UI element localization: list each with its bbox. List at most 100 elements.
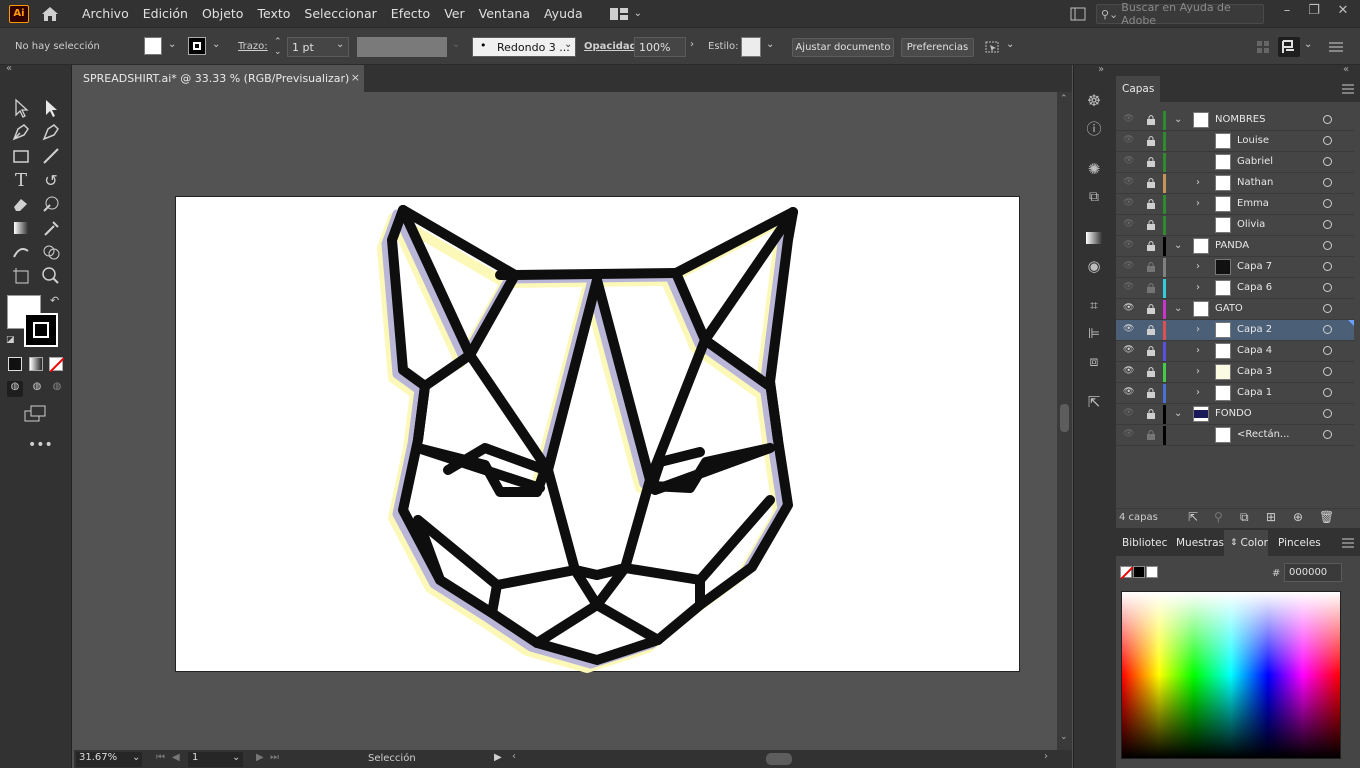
layer-row[interactable]: 👁 ⌄ FONDO (1116, 404, 1354, 425)
new-layer-icon[interactable]: ⊕ (1293, 510, 1303, 524)
lock-icon[interactable] (1146, 177, 1156, 189)
target-circle-icon[interactable] (1323, 115, 1332, 124)
artboards-icon[interactable]: ⌗ (1085, 297, 1103, 315)
last-artboard-icon[interactable]: ⏭ (270, 752, 279, 763)
menu-item[interactable]: Ver (437, 6, 471, 21)
none-color-swatch[interactable] (1120, 566, 1134, 580)
variable-width-profile[interactable] (357, 37, 447, 57)
visibility-eye-icon[interactable]: 👁 (1123, 135, 1135, 147)
align-panel-icon[interactable]: ⊫ (1085, 325, 1103, 343)
scroll-down-icon[interactable]: ⌄ (1060, 732, 1068, 742)
more-tools-icon[interactable]: ••• (28, 437, 53, 453)
fill-swatch[interactable] (144, 37, 162, 55)
visibility-eye-icon[interactable]: 👁 (1123, 345, 1135, 357)
collapse-icon[interactable]: « (1343, 64, 1349, 75)
chevron-down-icon[interactable]: ⌄ (232, 752, 240, 763)
chevron-down-icon[interactable]: ⌄ (1174, 114, 1184, 125)
menu-item[interactable]: Archivo (75, 6, 136, 21)
target-circle-icon[interactable] (1323, 304, 1332, 313)
chevron-down-icon[interactable]: ⌄ (1174, 408, 1184, 419)
scroll-left-icon[interactable]: ‹ (512, 751, 516, 762)
warp-tool-icon[interactable] (40, 193, 62, 215)
target-circle-icon[interactable] (1323, 199, 1332, 208)
artboard[interactable] (175, 196, 1020, 673)
artboard-tool-icon[interactable] (10, 265, 32, 287)
blend-tool-icon[interactable] (10, 241, 32, 263)
essentials-workspace-button[interactable] (1278, 37, 1300, 57)
new-sublayer-icon[interactable]: ⊞ (1266, 510, 1276, 524)
eraser-tool-icon[interactable] (10, 193, 32, 215)
target-circle-icon[interactable] (1323, 388, 1332, 397)
rotate-tool-icon[interactable]: ↺ (40, 169, 62, 191)
sublayer-row[interactable]: 👁 › Capa 7 (1116, 257, 1354, 278)
chevron-down-icon[interactable]: ⌄ (564, 39, 572, 50)
visibility-eye-icon[interactable]: 👁 (1123, 177, 1135, 189)
layer-name[interactable]: PANDA (1215, 240, 1249, 251)
stroke-swatch[interactable] (188, 37, 206, 55)
layer-row[interactable]: 👁 ⌄ GATO (1116, 299, 1354, 320)
delete-layer-icon[interactable]: 🗑 (1319, 510, 1334, 524)
next-artboard-icon[interactable]: ▶ (256, 752, 264, 763)
menu-item[interactable]: Texto (250, 6, 297, 21)
visibility-eye-icon[interactable]: 👁 (1123, 408, 1135, 420)
tab-color[interactable]: ⇕ Color (1224, 530, 1268, 556)
target-circle-icon[interactable] (1323, 220, 1332, 229)
draw-behind-icon[interactable]: ◍ (29, 381, 45, 397)
layer-name[interactable]: Capa 2 (1237, 324, 1272, 335)
workspace-switcher[interactable]: ⌄ (609, 7, 642, 21)
chevron-right-icon[interactable]: › (1196, 366, 1206, 377)
pen-tool-icon[interactable] (10, 121, 32, 143)
visibility-eye-icon[interactable]: 👁 (1123, 366, 1135, 378)
sublayer-row[interactable]: 👁 Olivia (1116, 215, 1354, 236)
horizontal-scroll-thumb[interactable] (766, 753, 792, 765)
sublayer-row[interactable]: 👁 Gabriel (1116, 152, 1354, 173)
chevron-right-icon[interactable]: › (1196, 261, 1206, 272)
layer-name[interactable]: Capa 4 (1237, 345, 1272, 356)
opacity-label[interactable]: Opacidad: (584, 41, 641, 52)
stroke-color-box[interactable] (24, 313, 58, 347)
paintbrush-tool-icon[interactable] (40, 145, 62, 167)
sublayer-row[interactable]: 👁 <Rectán... (1116, 425, 1354, 446)
fit-document-button[interactable]: Ajustar documento (792, 38, 894, 57)
gradient-tool-icon[interactable] (10, 217, 32, 239)
minimize-button[interactable]: – (1277, 3, 1297, 21)
collapse-icon[interactable]: » (1098, 64, 1104, 75)
panel-menu-icon[interactable] (1329, 41, 1343, 53)
target-circle-icon[interactable] (1323, 178, 1332, 187)
chevron-right-icon[interactable]: › (1196, 282, 1206, 293)
black-swatch[interactable] (1133, 566, 1145, 578)
sublayer-row[interactable]: 👁 › Capa 3 (1116, 362, 1354, 383)
locate-object-icon[interactable]: ⚲ (1214, 510, 1223, 524)
panel-toggle-icon[interactable] (1070, 7, 1086, 21)
visibility-eye-icon[interactable]: 👁 (1123, 198, 1135, 210)
chevron-down-icon[interactable]: ⌄ (766, 39, 774, 50)
status-menu-icon[interactable]: ▶ (494, 752, 502, 763)
curvature-tool-icon[interactable] (40, 121, 62, 143)
layer-name[interactable]: GATO (1215, 303, 1243, 314)
info-icon[interactable]: ⓘ (1085, 119, 1103, 138)
menu-item[interactable]: Efecto (384, 6, 437, 21)
lock-icon[interactable] (1146, 114, 1156, 126)
visibility-eye-icon[interactable]: 👁 (1123, 282, 1135, 294)
document-tab[interactable]: SPREADSHIRT.ai* @ 33.33 % (RGB/Previsual… (74, 65, 364, 92)
collapse-icon[interactable]: « (6, 63, 12, 74)
transparency-icon[interactable] (1085, 229, 1103, 247)
transform-icon[interactable]: ⧉ (1085, 188, 1103, 206)
graphic-style-swatch[interactable] (741, 37, 761, 57)
layer-name[interactable]: Nathan (1237, 177, 1273, 188)
tab-libraries[interactable]: Bibliotec (1116, 530, 1170, 556)
home-icon[interactable] (39, 5, 61, 23)
pathfinder-icon[interactable]: ⧈ (1085, 353, 1103, 371)
scroll-right-icon[interactable]: › (1044, 751, 1048, 762)
sublayer-row[interactable]: 👁 › Emma (1116, 194, 1354, 215)
draw-inside-icon[interactable]: ◍ (49, 381, 65, 397)
shape-builder-tool-icon[interactable] (40, 241, 62, 263)
visibility-eye-icon[interactable]: 👁 (1123, 219, 1135, 231)
symbols-icon[interactable]: ◉ (1085, 257, 1103, 275)
lock-icon[interactable] (1146, 219, 1156, 231)
chevron-right-icon[interactable]: › (1196, 198, 1206, 209)
selection-tool-icon[interactable] (10, 97, 32, 119)
sublayer-row[interactable]: 👁 Louise (1116, 131, 1354, 152)
visibility-eye-icon[interactable]: 👁 (1123, 303, 1135, 315)
visibility-eye-icon[interactable]: 👁 (1123, 324, 1135, 336)
